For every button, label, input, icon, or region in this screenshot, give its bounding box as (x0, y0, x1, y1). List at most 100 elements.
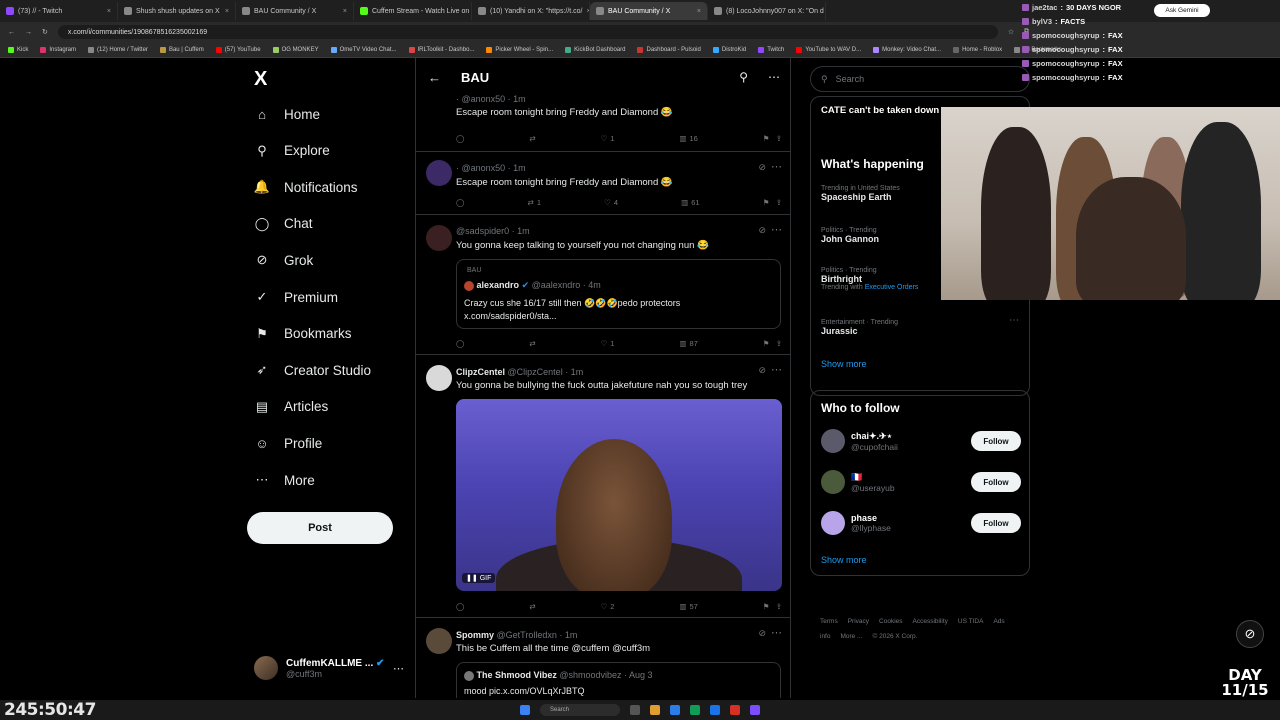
reply-icon[interactable]: ◯ (456, 602, 464, 611)
sidebar-item-explore[interactable]: ⚲ Explore (254, 143, 330, 159)
browser-tab[interactable]: (73) // - Twitch × (0, 2, 118, 20)
footer-link[interactable]: © 2026 X Corp. (873, 633, 918, 640)
footer-link[interactable]: US TIDA (958, 618, 984, 625)
trend-item[interactable]: Entertainment · Trending Jurassic (821, 319, 1021, 336)
search-icon[interactable]: ⚲ (739, 70, 748, 84)
post-gif[interactable]: ❚❚ GIF (456, 399, 782, 591)
sidebar-item-more[interactable]: ⋯ More (254, 472, 315, 488)
footer-link[interactable]: Terms (820, 618, 838, 625)
views-count[interactable]: ▥ 16 (679, 134, 697, 143)
sidebar-item-grok[interactable]: ⊘ Grok (254, 252, 314, 268)
bookmark-item[interactable]: Bau | Cuffem (159, 46, 204, 53)
sidebar-item-notifications[interactable]: 🔔 Notifications (254, 179, 358, 195)
bookmark-item[interactable]: Kick (8, 46, 28, 53)
bookmark-icon[interactable]: ⚑ ⇪ (763, 602, 782, 611)
top-trend[interactable]: CATE can't be taken down (821, 105, 941, 116)
forward-icon[interactable]: → (25, 29, 32, 36)
follow-suggestion[interactable]: chai✦.✈︎⋆ @cupofchaii Follow (821, 429, 1021, 453)
bookmark-item[interactable]: Instagram (40, 46, 76, 53)
grok-float-icon[interactable]: ⊘ (1236, 620, 1264, 648)
browser-tab[interactable]: (8) LocoJohnny007 on X: "On d× (708, 2, 826, 20)
app-icon[interactable] (710, 705, 720, 715)
grok-icon[interactable]: ⊘ (758, 365, 766, 376)
post[interactable]: · @anonx50 · 1m Escape room tonight brin… (416, 94, 790, 152)
post-more-icon[interactable]: ⋯ (771, 626, 782, 639)
repost-icon[interactable]: ⇄ (529, 134, 535, 143)
close-tab-icon[interactable]: × (107, 8, 111, 15)
more-icon[interactable]: ⋯ (393, 662, 404, 675)
search-input[interactable]: ⚲ Search (810, 66, 1030, 92)
close-tab-icon[interactable]: × (697, 8, 701, 15)
sidebar-item-articles[interactable]: ▤ Articles (254, 399, 328, 415)
bookmark-item[interactable]: Monkey: Video Chat... (873, 46, 941, 53)
browser-tab[interactable]: (10) Yandhi on X: "https://t.co/× (472, 2, 590, 20)
sidebar-item-home[interactable]: ⌂ Home (254, 106, 320, 122)
footer-link[interactable]: More ... (840, 633, 862, 640)
reply-icon[interactable]: ◯ (456, 339, 464, 348)
post[interactable]: · @anonx50 · 1m ⊘ ⋯ Escape room tonight … (416, 152, 790, 215)
quote-link[interactable]: x.com/sadspider0/sta... (464, 311, 557, 321)
post-more-icon[interactable]: ⋯ (771, 160, 782, 173)
bookmark-item[interactable]: DistroKid (712, 46, 746, 53)
reply-icon[interactable]: ◯ (456, 134, 464, 143)
follow-button[interactable]: Follow (971, 513, 1021, 533)
browser-tab[interactable]: BAU Community / X × (590, 2, 708, 20)
grok-icon[interactable]: ⊘ (758, 225, 766, 236)
post[interactable]: @sadspider0 · 1m ⊘ ⋯ You gonna keep talk… (416, 215, 790, 355)
like-button[interactable]: ♡ 1 (601, 339, 615, 348)
quoted-post[interactable]: BAU alexandro ✔ @aalexndro · 4m Crazy cu… (456, 259, 781, 329)
footer-link[interactable]: Privacy (848, 618, 869, 625)
back-arrow-icon[interactable]: ← (428, 70, 441, 85)
account-switcher[interactable]: CuffemKALLME ... ✔ @cuff3m ⋯ (254, 656, 404, 680)
views-count[interactable]: ▥ 61 (681, 198, 699, 207)
reply-icon[interactable]: ◯ (456, 198, 464, 207)
sidebar-item-premium[interactable]: ✓ Premium (254, 289, 338, 305)
post[interactable]: Spommy @GetTrolledxn · 1m ⊘ ⋯ This be Cu… (416, 618, 790, 698)
like-button[interactable]: ♡ 4 (604, 198, 618, 207)
follow-button[interactable]: Follow (971, 472, 1021, 492)
bookmark-icon[interactable]: ⚑ ⇪ (763, 339, 782, 348)
views-count[interactable]: ▥ 87 (679, 339, 697, 348)
show-more-link[interactable]: Show more (821, 555, 867, 565)
app-icon[interactable] (750, 705, 760, 715)
star-icon[interactable]: ☆ (1008, 28, 1014, 36)
trend-more-icon[interactable]: ⋯ (1009, 315, 1019, 326)
close-tab-icon[interactable]: × (343, 8, 347, 15)
bookmark-item[interactable]: Twitch (758, 46, 784, 53)
bookmark-item[interactable]: OmeTV Video Chat... (330, 46, 397, 53)
bookmark-item[interactable]: KickBot Dashboard (565, 46, 625, 53)
sidebar-item-bookmarks[interactable]: ⚑ Bookmarks (254, 326, 351, 342)
grok-icon[interactable]: ⊘ (758, 628, 766, 639)
show-more-link[interactable]: Show more (821, 359, 867, 369)
x-logo-icon[interactable]: X (254, 68, 267, 91)
url-input[interactable]: x.com/i/communities/1908678516235002169 (57, 25, 998, 39)
start-icon[interactable] (520, 705, 530, 715)
bookmark-item[interactable]: Dashboard - Pulsoid (637, 46, 701, 53)
follow-suggestion[interactable]: phase @llyphase Follow (821, 511, 1021, 535)
browser-tab[interactable]: Shush shush updates on X × (118, 2, 236, 20)
follow-button[interactable]: Follow (971, 431, 1021, 451)
browser-tab[interactable]: Cuffem Stream - Watch Live on× (354, 2, 472, 20)
bookmark-item[interactable]: Home - Roblox (953, 46, 1002, 53)
bookmark-item[interactable]: (57) YouTube (215, 46, 261, 53)
app-icon[interactable] (630, 705, 640, 715)
post-more-icon[interactable]: ⋯ (771, 363, 782, 376)
reload-icon[interactable]: ↻ (42, 28, 48, 36)
taskbar-search[interactable]: Search (540, 704, 620, 716)
bookmark-icon[interactable]: ⚑ ⇪ (763, 198, 782, 207)
sidebar-item-chat[interactable]: ◯ Chat (254, 216, 313, 232)
app-icon[interactable] (670, 705, 680, 715)
quoted-post[interactable]: The Shmood Vibez @shmoodvibez · Aug 3 mo… (456, 662, 781, 698)
grok-icon[interactable]: ⊘ (758, 162, 766, 173)
post[interactable]: ClipzCentel @ClipzCentel · 1m ⊘ ⋯ You go… (416, 355, 790, 618)
repost-icon[interactable]: ⇄ (529, 339, 535, 348)
repost-button[interactable]: ⇄ 1 (528, 198, 541, 207)
post-button[interactable]: Post (247, 512, 393, 544)
views-count[interactable]: ▥ 57 (679, 602, 697, 611)
browser-tab[interactable]: BAU Community / X × (236, 2, 354, 20)
bookmark-item[interactable]: Picker Wheel - Spin... (486, 46, 553, 53)
sidebar-item-creator-studio[interactable]: ➶ Creator Studio (254, 362, 372, 378)
bookmark-item[interactable]: OG MONKEY (272, 46, 319, 53)
folder-icon[interactable] (650, 705, 660, 715)
bookmark-icon[interactable]: ⚑ ⇪ (763, 134, 782, 143)
